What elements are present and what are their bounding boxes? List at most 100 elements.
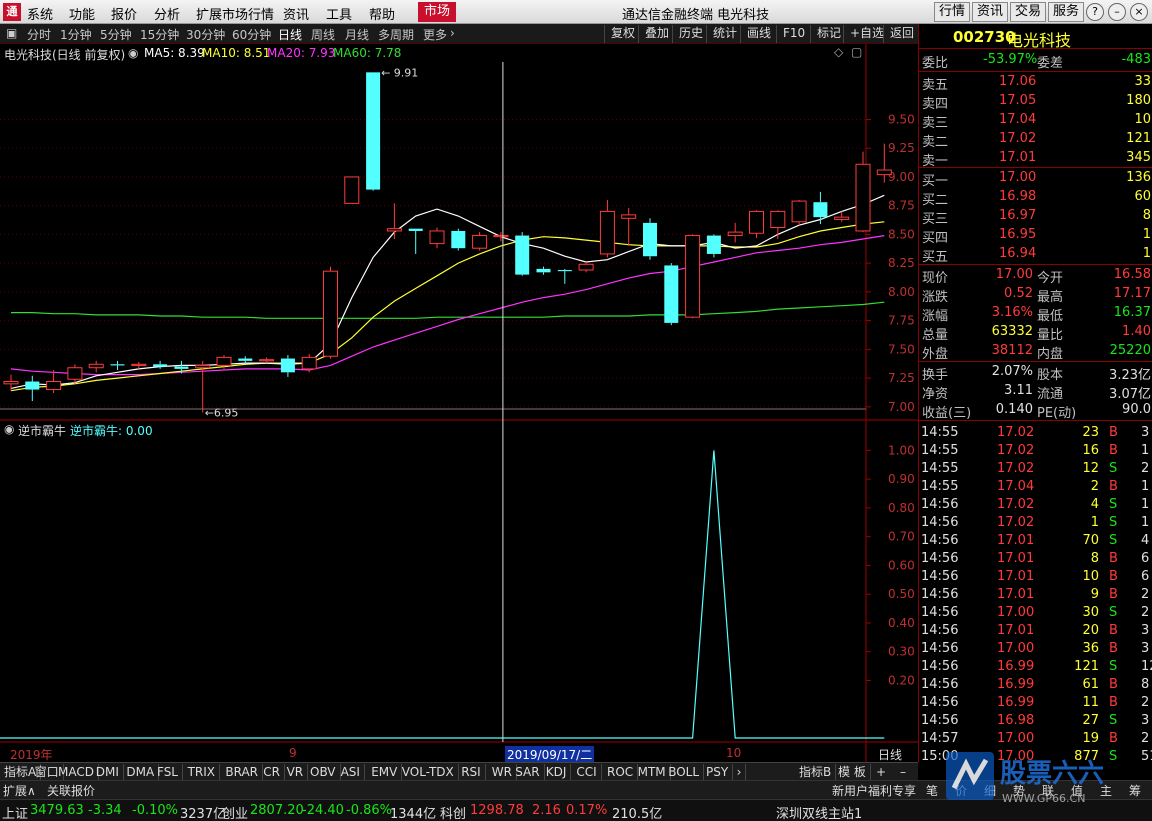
ask-row[interactable]: 卖四 17.05 180: [919, 92, 1152, 112]
add-watchlist-button[interactable]: +自选: [843, 25, 884, 43]
period-monthly[interactable]: 月线: [345, 26, 369, 43]
indicator-tab[interactable]: VOL-TDX: [398, 764, 459, 780]
period-5min[interactable]: 5分钟: [100, 26, 132, 43]
window-icon[interactable]: ▢: [851, 45, 862, 59]
menu-quote[interactable]: 报价: [111, 4, 137, 23]
candlestick[interactable]: [727, 222, 743, 243]
indicator-tab[interactable]: SAR: [511, 764, 545, 780]
period-1min[interactable]: 1分钟: [60, 26, 92, 43]
ask-row[interactable]: 卖二 17.02 121: [919, 130, 1152, 150]
indicator-tab[interactable]: CCI: [572, 764, 602, 780]
chevron-right-icon[interactable]: ›: [733, 764, 747, 780]
draw-line-button[interactable]: 画线: [740, 25, 771, 43]
ask-row[interactable]: 卖五 17.06 33: [919, 73, 1152, 93]
period-intraday[interactable]: 分时: [27, 26, 51, 43]
candlestick[interactable]: [515, 232, 530, 276]
menu-tools[interactable]: 工具: [326, 4, 352, 23]
candlestick[interactable]: [280, 355, 295, 377]
close-icon[interactable]: ×: [1130, 3, 1148, 21]
f10-button[interactable]: F10: [776, 25, 805, 43]
indicator-tab[interactable]: PSY: [702, 764, 734, 780]
indicator-tab[interactable]: VR: [283, 764, 309, 780]
menu-news[interactable]: 资讯: [283, 4, 309, 23]
candlestick[interactable]: [238, 356, 253, 364]
history-button[interactable]: 历史: [672, 25, 703, 43]
remove-indicator-button[interactable]: –: [896, 764, 910, 780]
candlestick[interactable]: [366, 72, 381, 191]
indicator-tab[interactable]: FSL: [153, 764, 183, 780]
menu-system[interactable]: 系统: [27, 4, 53, 23]
indicator-tab[interactable]: DMI: [92, 764, 124, 780]
bid-row[interactable]: 买二 16.98 60: [919, 188, 1152, 208]
extend-toggle[interactable]: 扩展∧: [3, 782, 36, 799]
indicator-tab[interactable]: TRIX: [184, 764, 221, 780]
tab-trades[interactable]: 笔: [926, 782, 938, 799]
candlestick[interactable]: [685, 234, 701, 319]
period-30min[interactable]: 30分钟: [186, 26, 225, 43]
candlestick[interactable]: [344, 176, 360, 204]
indicator-tab[interactable]: ASI: [337, 764, 365, 780]
candlestick[interactable]: [749, 210, 764, 238]
candlestick[interactable]: [259, 357, 275, 364]
adjust-button[interactable]: 复权: [604, 25, 635, 43]
panel-toggle-icon[interactable]: ▣: [6, 26, 17, 40]
back-button[interactable]: 返回: [883, 25, 914, 43]
diamond-icon[interactable]: ◇: [834, 45, 843, 59]
bid-row[interactable]: 买一 17.00 136: [919, 169, 1152, 189]
indicator-tab[interactable]: OBV: [306, 764, 341, 780]
new-user-benefit-link[interactable]: 新用户福利专享: [832, 782, 916, 799]
overlay-button[interactable]: 叠加: [638, 25, 669, 43]
period-multi[interactable]: 多周期: [378, 26, 414, 43]
period-daily[interactable]: 日线: [278, 26, 302, 43]
candlestick[interactable]: [88, 360, 104, 373]
indicator-toggle-icon[interactable]: ◉: [4, 422, 14, 436]
candlestick[interactable]: [791, 199, 807, 226]
menu-help[interactable]: 帮助: [369, 4, 395, 23]
candlestick[interactable]: [451, 228, 466, 251]
candlestick[interactable]: [3, 374, 19, 391]
bid-row[interactable]: 买五 16.94 1: [919, 245, 1152, 265]
candlestick[interactable]: [408, 228, 423, 254]
market-tab[interactable]: 市场: [418, 2, 456, 22]
candlestick[interactable]: [493, 232, 509, 242]
help-icon[interactable]: ?: [1086, 3, 1104, 21]
candlestick[interactable]: [578, 261, 594, 273]
indicator-tab[interactable]: RSI: [457, 764, 486, 780]
news-button[interactable]: 资讯: [972, 2, 1008, 22]
period-weekly[interactable]: 周线: [311, 26, 335, 43]
chevron-right-icon[interactable]: ›: [450, 26, 455, 40]
candlestick[interactable]: [664, 263, 679, 326]
candlestick[interactable]: [557, 268, 572, 284]
bid-row[interactable]: 买三 16.97 8: [919, 207, 1152, 227]
template-tab[interactable]: 模 板: [834, 764, 871, 780]
indicator-tab[interactable]: CR: [259, 764, 285, 780]
trade-button[interactable]: 交易: [1010, 2, 1046, 22]
menu-analysis[interactable]: 分析: [154, 4, 180, 23]
add-indicator-button[interactable]: +: [872, 764, 890, 780]
candlestick[interactable]: [706, 234, 721, 258]
statistics-button[interactable]: 统计: [706, 25, 737, 43]
service-button[interactable]: 服务: [1048, 2, 1084, 22]
candlestick[interactable]: [46, 370, 62, 394]
candlestick[interactable]: [855, 151, 871, 233]
candlestick[interactable]: [110, 360, 125, 371]
menu-function[interactable]: 功能: [69, 4, 95, 23]
chart-area[interactable]: 9.50 9.25 9.00 8.75 8.50 8.25 8.00 7.75 7.50 7.25…: [0, 44, 918, 763]
period-more[interactable]: 更多: [423, 26, 447, 43]
related-quote-tab[interactable]: 关联报价: [47, 782, 95, 799]
candlestick[interactable]: [599, 199, 615, 258]
indicator-tab[interactable]: BRAR: [221, 764, 264, 780]
settings-circle-icon[interactable]: ◉: [128, 46, 138, 60]
indicator-tab[interactable]: KDJ: [542, 764, 572, 780]
mark-button[interactable]: 标记: [810, 25, 841, 43]
menu-extended-market[interactable]: 扩展市场行情: [196, 4, 274, 23]
indicator-b-tab[interactable]: 指标B: [795, 764, 837, 780]
quote-button[interactable]: 行情: [934, 2, 970, 22]
candlestick[interactable]: [536, 266, 551, 275]
candlestick[interactable]: [386, 203, 402, 239]
candlestick[interactable]: [813, 191, 828, 225]
bid-row[interactable]: 买四 16.95 1: [919, 226, 1152, 246]
indicator-tab[interactable]: BOLL: [664, 764, 705, 780]
candlestick[interactable]: [25, 375, 40, 402]
period-60min[interactable]: 60分钟: [232, 26, 271, 43]
